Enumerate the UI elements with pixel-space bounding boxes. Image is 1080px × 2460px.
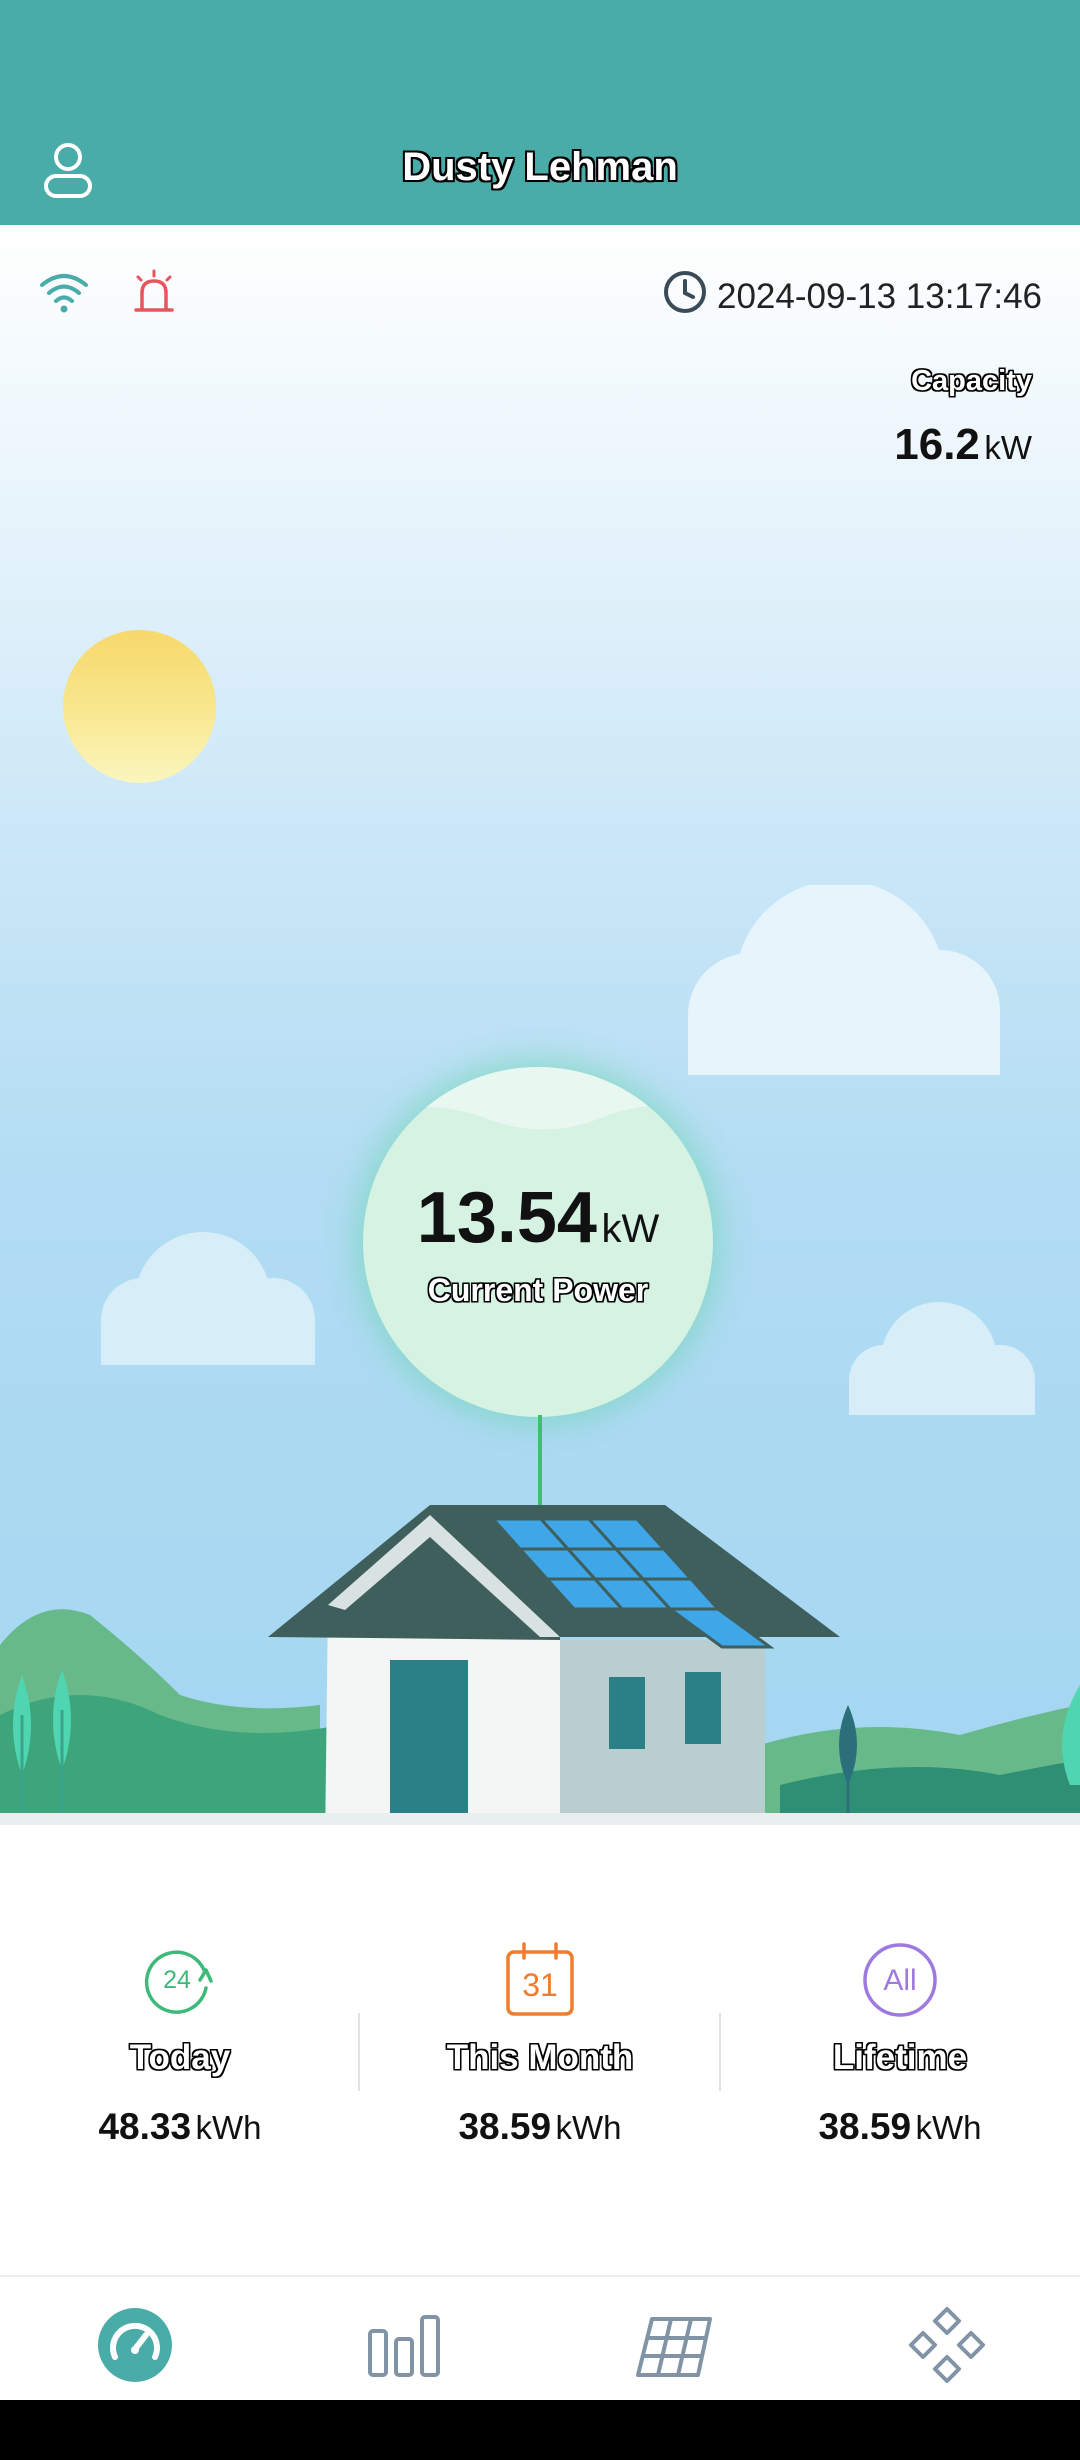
nav-devices[interactable] <box>907 2305 987 2385</box>
capacity-unit: kW <box>984 429 1032 466</box>
stat-unit: kWh <box>555 2109 622 2146</box>
sun-graphic <box>63 630 216 783</box>
stat-label: Today <box>129 2038 231 2077</box>
capacity-value: 16.2 kW <box>894 420 1032 470</box>
stat-unit: kWh <box>915 2109 982 2146</box>
alarm-icon[interactable] <box>132 269 176 315</box>
dashboard-icon <box>98 2308 172 2382</box>
current-power-number: 13.54 <box>416 1178 597 1258</box>
today-icon: 24 <box>144 1950 213 2014</box>
current-power-bubble[interactable]: 13.54 kW Current Power <box>363 1067 713 1417</box>
datetime: 2024-09-13 13:17:46 <box>717 277 1042 316</box>
current-power-value: 13.54 kW <box>363 1177 713 1259</box>
current-power-label: Current Power <box>427 1272 649 1308</box>
page-title: Dusty Lehman <box>402 145 678 189</box>
stat-lifetime[interactable]: All Lifetime 38.59 kWh <box>720 1940 1080 2148</box>
current-power-unit: kW <box>601 1207 660 1251</box>
stat-label: This Month <box>446 2038 634 2077</box>
stat-unit: kWh <box>195 2109 262 2146</box>
wave-graphic <box>363 1067 713 1130</box>
nav-statistics[interactable] <box>364 2305 444 2385</box>
calendar-icon: 31 <box>506 1942 574 2016</box>
solar-panel-icon <box>636 2317 712 2377</box>
stat-value: 38.59 kWh <box>360 2106 720 2148</box>
today-icon-text: 24 <box>163 1966 191 1994</box>
app-header: Dusty Lehman <box>0 0 1080 225</box>
stat-number: 38.59 <box>818 2106 912 2147</box>
house-landscape-graphic <box>0 1415 1080 1825</box>
stat-number: 38.59 <box>458 2106 552 2147</box>
stat-value: 38.59 kWh <box>720 2106 1080 2148</box>
cloud-graphic <box>688 885 1000 1075</box>
cloud-graphic <box>101 1232 315 1365</box>
stat-value: 48.33 kWh <box>0 2106 360 2148</box>
all-icon-text: All <box>883 1964 916 1997</box>
status-row: 2024-09-13 13:17:46 <box>0 265 1080 325</box>
stat-number: 48.33 <box>98 2106 192 2147</box>
all-icon: All <box>863 1943 937 2017</box>
clock-icon <box>664 271 706 313</box>
cloud-graphic <box>849 1302 1035 1415</box>
capacity-number: 16.2 <box>894 420 980 469</box>
stat-this-month[interactable]: 31 This Month 38.59 kWh <box>360 1940 720 2148</box>
capacity-label: Capacity <box>911 365 1032 397</box>
bar-chart-icon <box>368 2315 440 2377</box>
energy-scene: 2024-09-13 13:17:46 Capacity 16.2 kW 13.… <box>0 225 1080 1825</box>
stat-today[interactable]: 24 Today 48.33 kWh <box>0 1940 360 2148</box>
energy-stats: 24 Today 48.33 kWh 31 This Month 38.59 k… <box>0 1825 1080 2275</box>
calendar-icon-text: 31 <box>522 1967 558 2003</box>
stat-label: Lifetime <box>832 2038 968 2077</box>
nav-plant[interactable] <box>634 2305 714 2385</box>
bottom-nav <box>0 2275 1080 2402</box>
wifi-icon[interactable] <box>38 271 90 315</box>
nav-dashboard[interactable] <box>95 2305 175 2385</box>
system-navigation-bar <box>0 2400 1080 2460</box>
devices-icon <box>909 2307 985 2383</box>
